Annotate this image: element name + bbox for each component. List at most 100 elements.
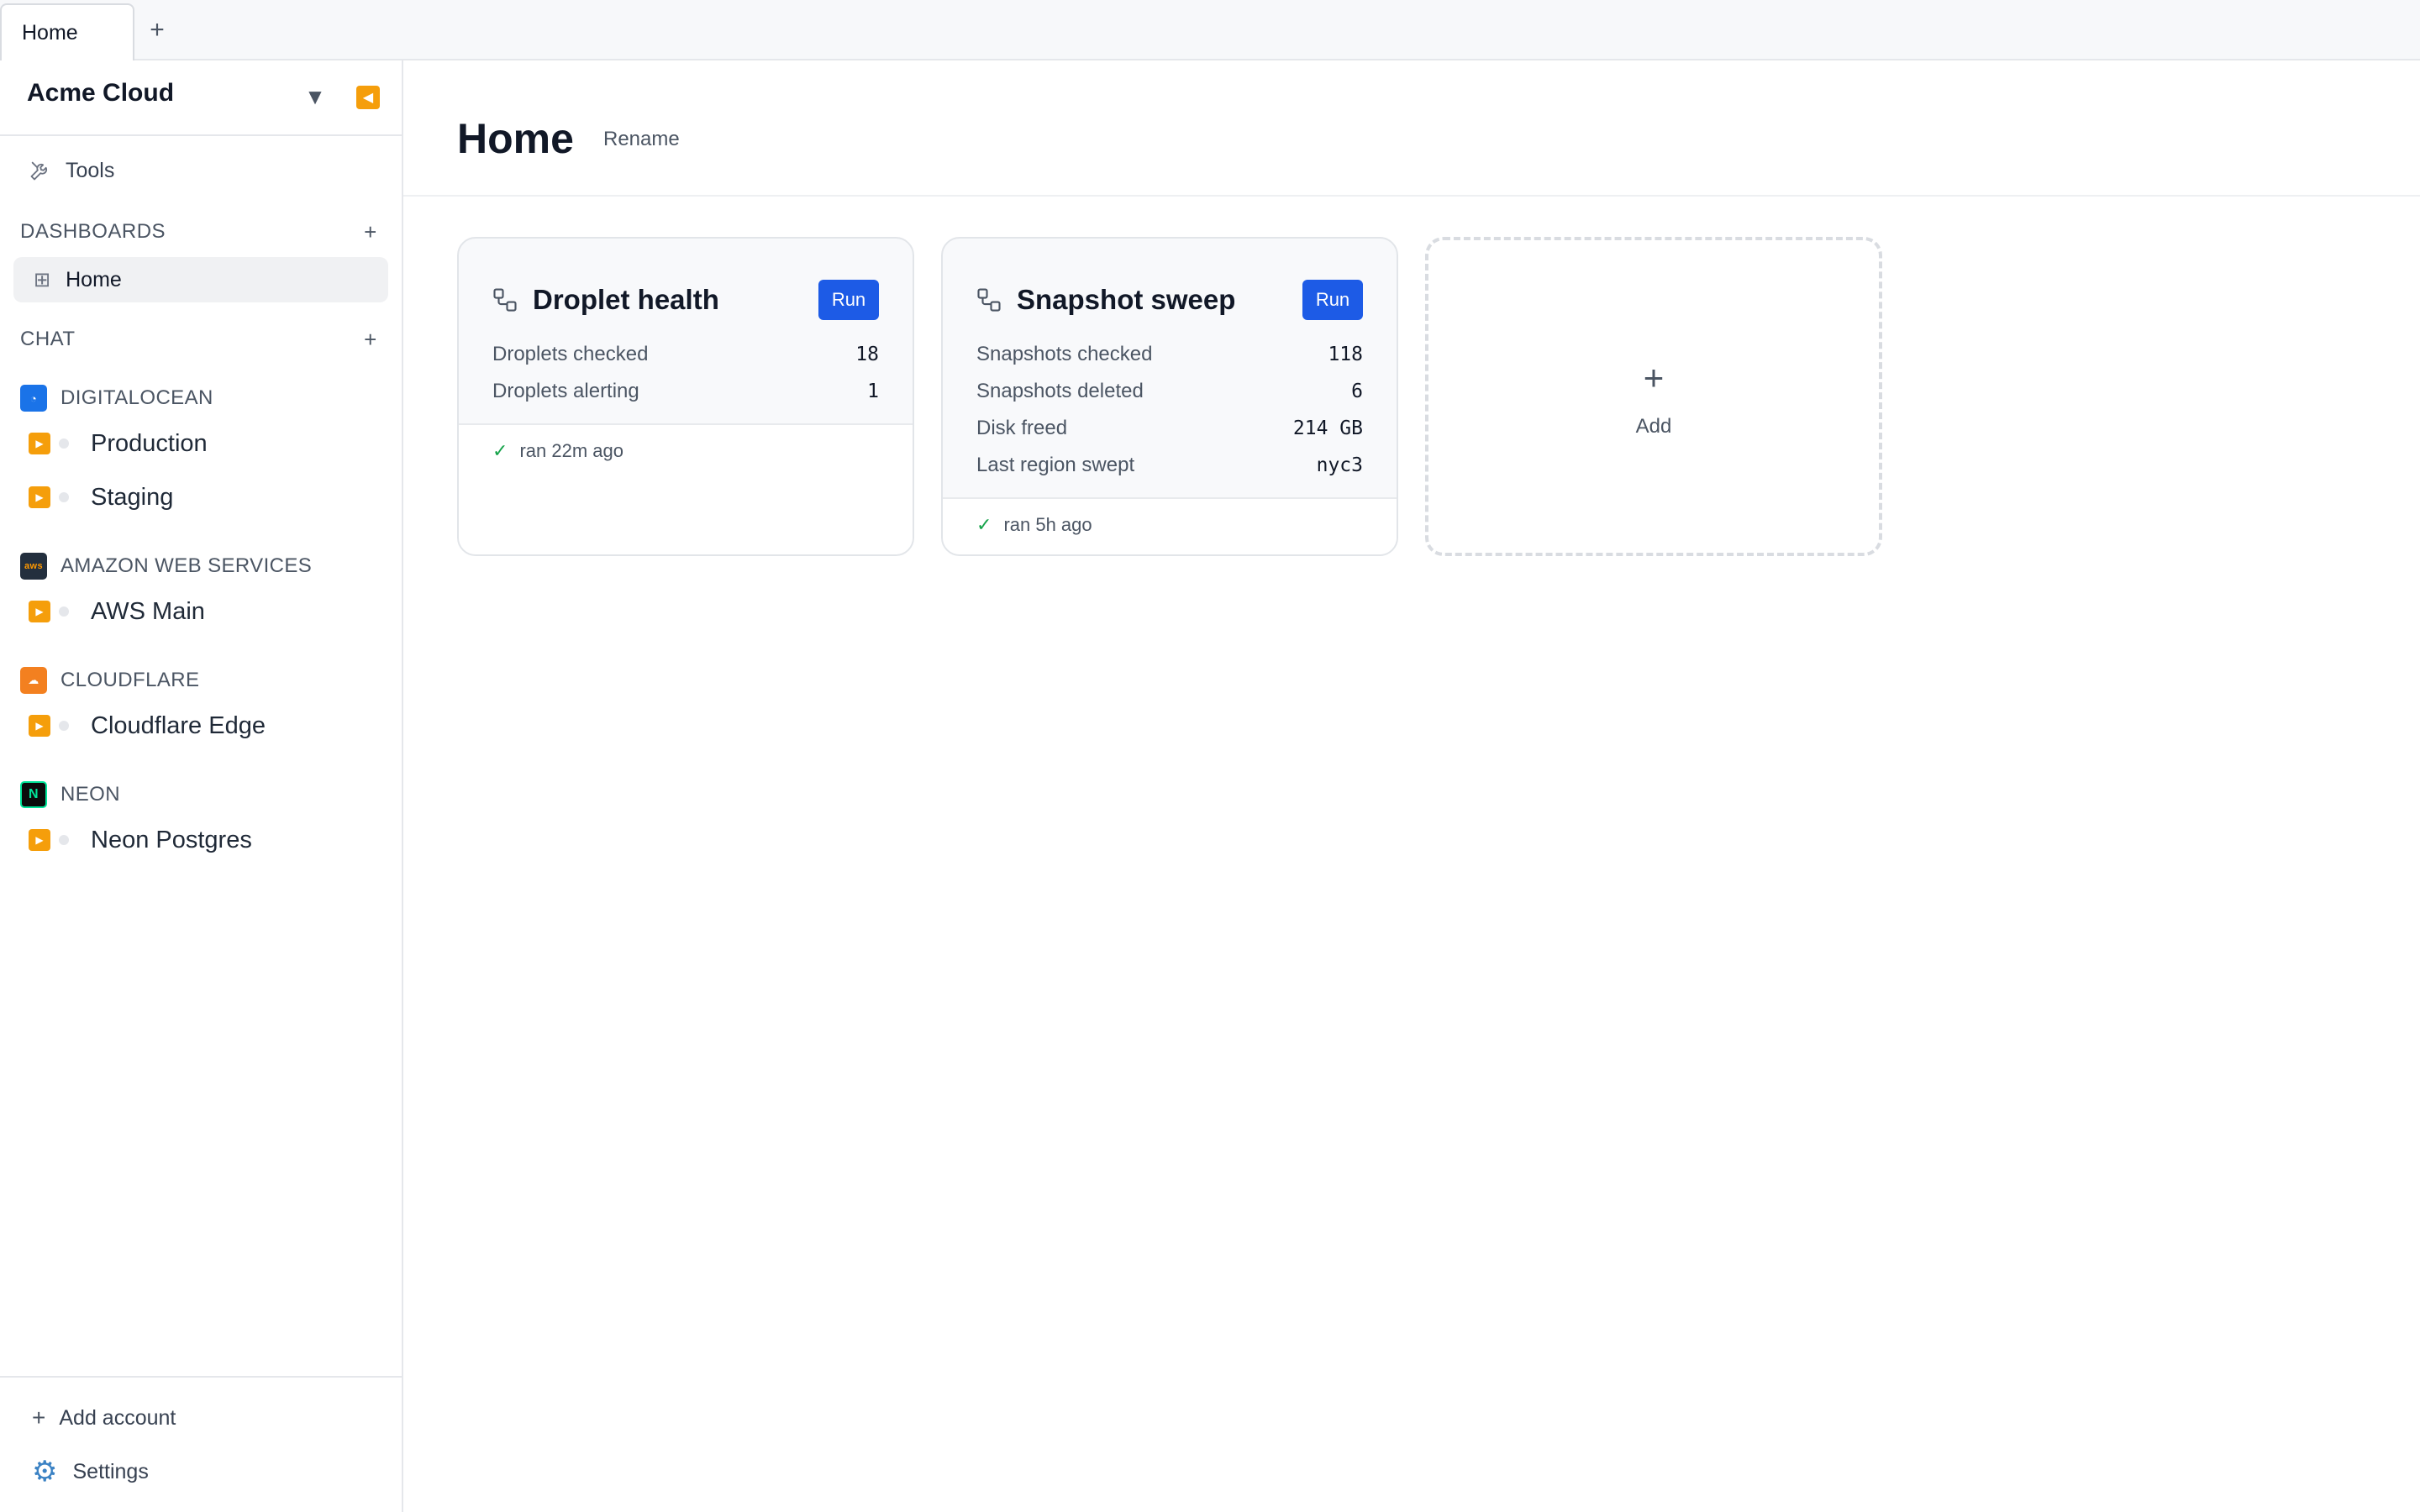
- stat-row: Snapshots checked 118: [976, 336, 1363, 373]
- stat-value: 118: [1328, 344, 1363, 365]
- run-status: ✓ ran 22m ago: [492, 440, 623, 462]
- stat-row: Disk freed 214 GB: [976, 410, 1363, 447]
- grid-icon: ⊞: [34, 268, 51, 291]
- stat-label: Snapshots checked: [976, 343, 1153, 365]
- sidebar-header: Acme Cloud ▼ ◀: [0, 60, 402, 136]
- stat-label: Last region swept: [976, 454, 1135, 476]
- chat-label: Neon Postgres: [91, 826, 252, 853]
- tab-home[interactable]: Home: [0, 3, 134, 60]
- provider-name: AMAZON WEB SERVICES: [60, 554, 313, 577]
- provider-name: DIGITALOCEAN: [60, 386, 213, 409]
- stat-label: Snapshots deleted: [976, 380, 1144, 402]
- stat-row: Droplets alerting 1: [492, 373, 879, 410]
- new-tab-button[interactable]: +: [143, 12, 171, 49]
- org-name: Acme Cloud: [27, 79, 175, 107]
- card-header: Droplet health Run: [492, 277, 879, 323]
- workflow-card-snapshot-sweep: Snapshot sweep Run Snapshots checked 118…: [941, 237, 1398, 556]
- card-title: Snapshot sweep: [1017, 284, 1236, 315]
- add-account-label: Add account: [59, 1405, 176, 1430]
- add-chat-button[interactable]: +: [358, 327, 383, 353]
- run-button[interactable]: Run: [818, 280, 879, 320]
- stat-value: 6: [1351, 381, 1363, 402]
- chat-label: Production: [91, 429, 208, 457]
- sidebar-item-tools[interactable]: Tools: [29, 155, 114, 186]
- chat-label: Staging: [91, 483, 174, 511]
- provider-name: CLOUDFLARE: [60, 669, 200, 691]
- provider-name: NEON: [60, 783, 120, 806]
- status-dot: [59, 606, 69, 617]
- digitalocean-logo-icon: ◔: [20, 385, 47, 412]
- play-icon: ▶: [29, 601, 50, 622]
- add-account-button[interactable]: + Add account: [32, 1403, 176, 1433]
- sidebar-footer: + Add account ⚙ Settings: [0, 1376, 402, 1512]
- stat-value: 1: [867, 381, 879, 402]
- settings-button[interactable]: ⚙ Settings: [32, 1455, 149, 1488]
- add-dashboard-button[interactable]: +: [358, 219, 383, 245]
- play-icon: ▶: [29, 486, 50, 508]
- chat-item-neon-postgres[interactable]: ▶ Neon Postgres: [29, 822, 252, 858]
- dashboard-label: Home: [66, 267, 122, 291]
- workflow-icon: [493, 288, 517, 312]
- dashboards-section-header: DASHBOARDS +: [20, 217, 383, 247]
- neon-logo-icon: N: [20, 781, 47, 808]
- gear-icon: ⚙: [32, 1456, 58, 1488]
- stat-label: Droplets checked: [492, 343, 649, 365]
- cloudflare-logo-icon: ☁: [20, 667, 47, 694]
- status-dot: [59, 721, 69, 731]
- chat-item-staging[interactable]: ▶ Staging: [29, 479, 173, 516]
- stat-value: 214 GB: [1292, 417, 1363, 439]
- plus-icon: +: [32, 1404, 46, 1431]
- card-header: Snapshot sweep Run: [976, 277, 1363, 323]
- rename-button[interactable]: Rename: [603, 128, 680, 151]
- status-dot: [59, 492, 69, 502]
- main-content: Home Rename Droplet health Run Droplets …: [403, 60, 2420, 1512]
- aws-logo-icon: aws: [20, 553, 47, 580]
- stat-row: Snapshots deleted 6: [976, 373, 1363, 410]
- sidebar-item-home[interactable]: ⊞ Home: [13, 257, 388, 302]
- chat-item-cloudflare-edge[interactable]: ▶ Cloudflare Edge: [29, 707, 266, 744]
- collapse-sidebar-icon[interactable]: ◀: [356, 86, 380, 109]
- run-status: ✓ ran 5h ago: [976, 514, 1092, 536]
- stat-label: Disk freed: [976, 417, 1068, 439]
- tab-label: Home: [22, 20, 78, 45]
- play-icon: ▶: [29, 715, 50, 737]
- run-button[interactable]: Run: [1302, 280, 1363, 320]
- play-icon: ▶: [29, 433, 50, 454]
- stat-row: Last region swept nyc3: [976, 447, 1363, 484]
- stat-row: Droplets checked 18: [492, 336, 879, 373]
- card-title: Droplet health: [533, 284, 719, 315]
- plus-icon: +: [1643, 358, 1665, 397]
- dashboards-heading: DASHBOARDS: [20, 220, 166, 243]
- add-label: Add: [1635, 415, 1672, 438]
- tools-label: Tools: [66, 158, 115, 182]
- card-stats: Droplets checked 18 Droplets alerting 1: [492, 336, 879, 410]
- page-title: Home: [457, 115, 574, 162]
- check-icon: ✓: [492, 440, 508, 461]
- stat-value: nyc3: [1316, 454, 1363, 476]
- workflow-icon: [977, 288, 1001, 312]
- provider-aws: aws AMAZON WEB SERVICES: [20, 551, 312, 581]
- provider-digitalocean: ◔ DIGITALOCEAN: [20, 383, 213, 413]
- stat-value: 18: [855, 344, 879, 365]
- chat-item-production[interactable]: ▶ Production: [29, 425, 208, 462]
- status-dot: [59, 438, 69, 449]
- card-footer: ✓ ran 5h ago: [943, 497, 1397, 554]
- chat-heading: CHAT: [20, 328, 76, 350]
- org-dropdown-icon[interactable]: ▼: [302, 84, 328, 109]
- card-stats: Snapshots checked 118 Snapshots deleted …: [976, 336, 1363, 484]
- card-footer: ✓ ran 22m ago: [459, 423, 913, 554]
- settings-label: Settings: [72, 1459, 149, 1483]
- tab-bar: Home +: [0, 0, 2420, 60]
- provider-cloudflare: ☁ CLOUDFLARE: [20, 665, 199, 696]
- sidebar: Acme Cloud ▼ ◀ Tools DASHBOARDS + ⊞ Home…: [0, 60, 403, 1512]
- workflow-card-droplet-health: Droplet health Run Droplets checked 18 D…: [457, 237, 914, 556]
- stat-label: Droplets alerting: [492, 380, 639, 402]
- status-dot: [59, 835, 69, 845]
- chat-section-header: CHAT +: [20, 324, 383, 354]
- add-widget-card[interactable]: + Add: [1425, 237, 1882, 556]
- run-status-text: ran 22m ago: [519, 440, 623, 461]
- page-header: Home Rename: [403, 60, 2420, 197]
- chat-label: AWS Main: [91, 597, 205, 625]
- chat-item-aws-main[interactable]: ▶ AWS Main: [29, 593, 205, 630]
- chat-label: Cloudflare Edge: [91, 711, 266, 739]
